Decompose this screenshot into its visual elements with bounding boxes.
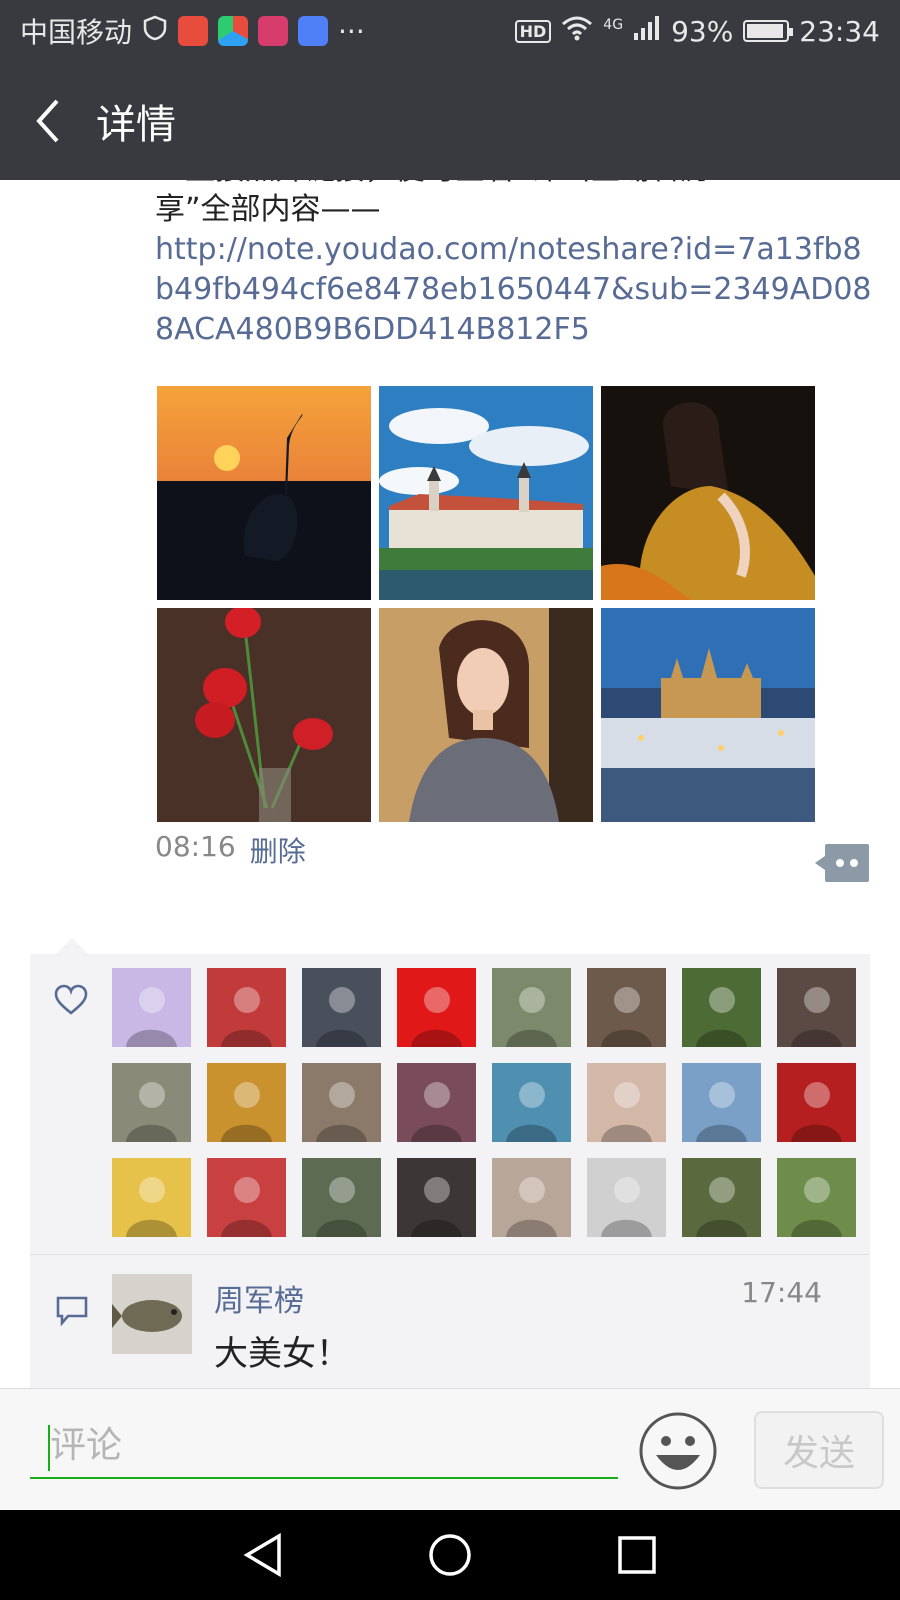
photo-woman-yellow-dress[interactable] <box>601 386 815 600</box>
text-cursor <box>48 1425 50 1471</box>
clock: 23:34 <box>799 14 880 48</box>
liker-avatar[interactable] <box>397 968 476 1047</box>
chevron-left-icon <box>36 99 59 143</box>
photo-woman-portrait[interactable] <box>379 608 593 822</box>
post-text-line-2: 享”全部内容—— <box>155 192 381 227</box>
photo-prague-castle-night[interactable] <box>601 608 815 822</box>
comment-time: 17:44 <box>741 1276 822 1309</box>
comment-item[interactable]: 周军榜 17:44 大美女！ <box>30 1256 870 1376</box>
system-nav-bar <box>0 1510 900 1600</box>
nav-recents-button[interactable] <box>607 1525 667 1585</box>
liker-avatar[interactable] <box>682 1063 761 1142</box>
liker-avatar[interactable] <box>112 968 191 1047</box>
liker-avatar[interactable] <box>397 1063 476 1142</box>
likes-comments-panel: 周军榜 17:44 大美女！ <box>30 954 870 1388</box>
hd-icon: HD <box>514 19 552 43</box>
page-title: 详情 <box>96 102 176 148</box>
photo-castle-lake[interactable] <box>379 386 593 600</box>
post-link[interactable]: http://note.youdao.com/noteshare?id=7a13… <box>155 230 875 350</box>
liker-avatar[interactable] <box>207 1063 286 1142</box>
comment-text: 大美女！ <box>214 1334 350 1374</box>
nav-back-button[interactable] <box>233 1525 293 1585</box>
liker-avatar[interactable] <box>587 968 666 1047</box>
comment-input[interactable]: 评论 <box>30 1413 618 1479</box>
comment-menu-button[interactable] <box>815 844 869 882</box>
post-detail[interactable]: 一直接点开链接，便可查看“评出全場省历 享”全部内容—— http://note… <box>0 180 900 1388</box>
liker-avatar[interactable] <box>112 1063 191 1142</box>
delete-button[interactable]: 删除 <box>250 830 306 870</box>
post-time: 08:16 <box>155 830 236 863</box>
panel-arrow <box>56 938 88 954</box>
liker-avatar[interactable] <box>587 1063 666 1142</box>
more-notifications-icon: ··· <box>338 14 365 48</box>
liker-avatar[interactable] <box>492 1158 571 1237</box>
status-bar: 中国移动 ··· HD 4G 93% 23:34 <box>0 0 900 62</box>
liker-avatar[interactable] <box>777 1063 856 1142</box>
post-text: 一直接点开链接，便可查看“评出全場省历 享”全部内容—— http://note… <box>155 180 875 350</box>
comment-input-bar: 评论 发送 <box>0 1388 900 1510</box>
liker-avatar[interactable] <box>397 1158 476 1237</box>
comment-icon <box>56 1296 88 1330</box>
photo-grid <box>157 386 817 822</box>
liker-avatar[interactable] <box>682 1158 761 1237</box>
liker-avatar[interactable] <box>777 1158 856 1237</box>
smiley-icon <box>639 1412 717 1490</box>
liker-avatar[interactable] <box>207 968 286 1047</box>
liker-avatar[interactable] <box>302 1063 381 1142</box>
app-icon-2 <box>218 16 249 46</box>
liker-avatar[interactable] <box>302 968 381 1047</box>
circle-home-icon <box>429 1534 471 1576</box>
battery-icon <box>743 20 794 42</box>
post-text-line-1: 一直接点开链接，便可查看“评出全場省历 <box>155 180 875 190</box>
carrier-label: 中国移动 <box>20 16 133 49</box>
likes-section <box>30 954 870 1254</box>
nav-home-button[interactable] <box>420 1525 480 1585</box>
liker-avatar[interactable] <box>492 968 571 1047</box>
liker-avatar[interactable] <box>587 1158 666 1237</box>
liker-avatar[interactable] <box>112 1158 191 1237</box>
liker-avatar[interactable] <box>207 1158 286 1237</box>
app-icon-1 <box>178 16 209 46</box>
photo-red-tulips[interactable] <box>157 608 371 822</box>
title-bar: 详情 <box>0 62 900 180</box>
network-type: 4G <box>603 17 624 33</box>
emoji-button[interactable] <box>638 1411 718 1491</box>
battery-percent: 93% <box>671 14 734 48</box>
more-dots-icon <box>815 844 869 882</box>
shield-icon <box>142 15 168 48</box>
commenter-name[interactable]: 周军榜 <box>214 1276 304 1320</box>
app-icon-3 <box>258 16 289 46</box>
triangle-back-icon <box>243 1533 282 1577</box>
liker-avatar[interactable] <box>302 1158 381 1237</box>
wifi-icon <box>561 15 593 48</box>
liker-avatar[interactable] <box>492 1063 571 1142</box>
app-icon-4 <box>298 16 329 46</box>
back-button[interactable] <box>0 62 96 180</box>
send-button[interactable]: 发送 <box>754 1411 884 1489</box>
liker-avatar[interactable] <box>682 968 761 1047</box>
liker-avatar[interactable] <box>777 968 856 1047</box>
avatar[interactable] <box>112 1274 192 1354</box>
signal-icon <box>633 15 661 48</box>
post-meta: 08:16 删除 <box>155 830 306 870</box>
heart-icon <box>54 984 88 1020</box>
square-recents-icon <box>617 1536 656 1574</box>
liker-avatar-grid <box>112 968 856 1237</box>
comment-placeholder: 评论 <box>50 1425 123 1466</box>
divider <box>30 1254 870 1255</box>
photo-crane-sunset[interactable] <box>157 386 371 600</box>
